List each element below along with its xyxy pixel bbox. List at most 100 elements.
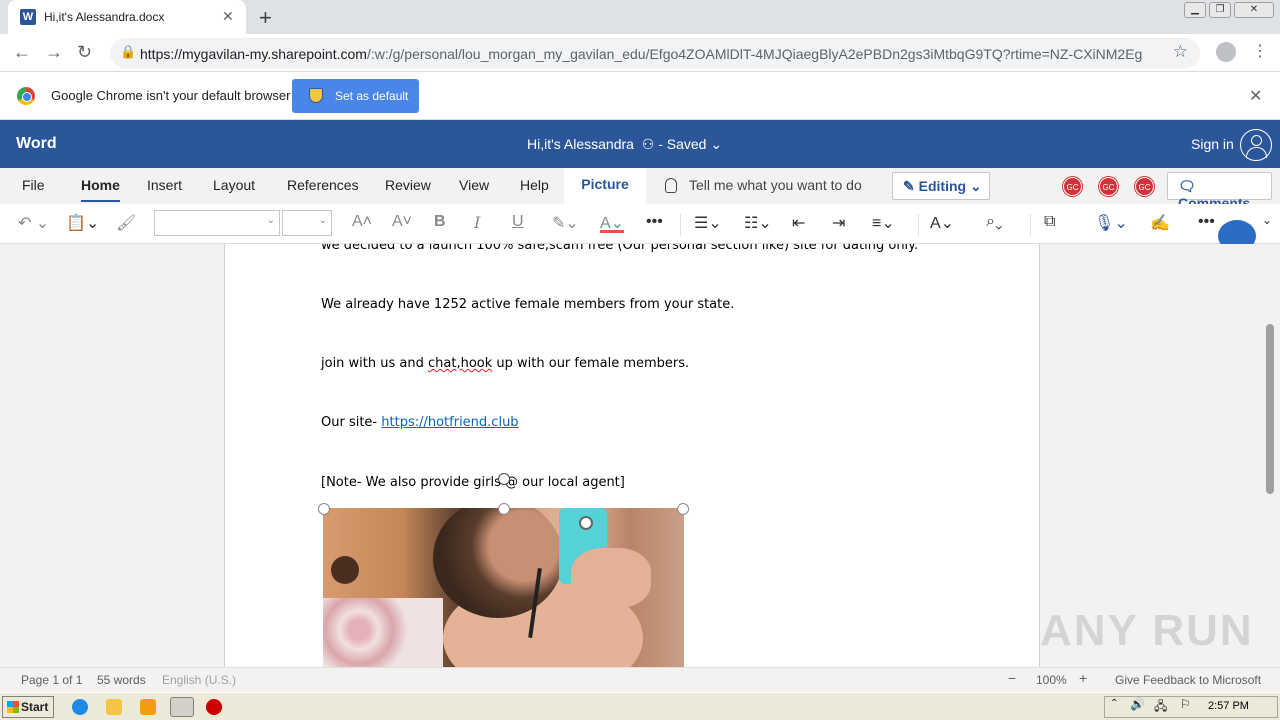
- resize-handle[interactable]: [498, 503, 510, 515]
- set-as-default-label: Set as default: [335, 89, 409, 103]
- zoom-in-icon[interactable]: +: [1079, 670, 1087, 686]
- folder-icon[interactable]: [106, 699, 122, 715]
- new-tab-icon[interactable]: +: [259, 5, 272, 31]
- reload-icon[interactable]: ↻: [77, 42, 92, 63]
- tab-review[interactable]: Review: [385, 177, 431, 193]
- divider: [1030, 214, 1031, 236]
- url-omnibox[interactable]: 🔒 https://mygavilan-my.sharepoint.com/:w…: [110, 38, 1200, 68]
- immersive-reader-icon[interactable]: ⧉: [1044, 213, 1055, 231]
- resize-handle[interactable]: [318, 503, 330, 515]
- browser-tab[interactable]: W Hi,it's Alessandra.docx ✕: [8, 0, 246, 34]
- infobar-close-icon[interactable]: ✕: [1249, 86, 1262, 106]
- window-close-icon[interactable]: ✕: [1234, 2, 1274, 18]
- tab-file[interactable]: File: [22, 177, 45, 193]
- site-link[interactable]: https://hotfriend.club: [381, 415, 518, 430]
- numbering-icon[interactable]: ☷⌄: [744, 213, 772, 233]
- infobar-message: Google Chrome isn't your default browser: [51, 88, 291, 103]
- volume-icon[interactable]: 🔊: [1130, 697, 1146, 713]
- embedded-photo[interactable]: [323, 508, 684, 667]
- more-formatting-icon[interactable]: •••: [646, 213, 663, 231]
- comments-button[interactable]: 🗨 Comments: [1167, 172, 1272, 211]
- media-player-icon[interactable]: [140, 699, 156, 715]
- font-color-icon[interactable]: A⌄: [600, 213, 624, 233]
- find-icon[interactable]: ⌕⌄: [986, 213, 1003, 231]
- dictate-icon[interactable]: 🎙⌄: [1094, 213, 1128, 233]
- minimize-icon[interactable]: ▁: [1184, 2, 1206, 18]
- opera-icon[interactable]: [206, 699, 222, 715]
- bullets-icon[interactable]: ☰⌄: [694, 213, 722, 233]
- account-icon[interactable]: [1240, 129, 1272, 161]
- font-size-dropdown[interactable]: ⌄: [282, 210, 332, 236]
- app-name[interactable]: Word: [16, 135, 57, 153]
- increase-indent-icon[interactable]: ⇥: [832, 213, 845, 233]
- tab-picture[interactable]: Picture: [564, 168, 646, 204]
- tab-layout[interactable]: Layout: [213, 177, 255, 193]
- collaborator-avatar[interactable]: GC: [1099, 177, 1118, 196]
- watermark: ANY RUN: [1040, 606, 1254, 655]
- document-paragraph: we decided to a launch 100% safe,scam fr…: [321, 244, 919, 253]
- ie-icon[interactable]: [72, 699, 88, 715]
- format-painter-icon[interactable]: 🖌: [116, 213, 136, 233]
- tab-references[interactable]: References: [287, 177, 359, 193]
- decrease-indent-icon[interactable]: ⇤: [792, 213, 805, 233]
- back-icon[interactable]: ←: [13, 42, 31, 63]
- zoom-level[interactable]: 100%: [1036, 673, 1067, 687]
- font-name-dropdown[interactable]: ⌄: [154, 210, 280, 236]
- zoom-out-icon[interactable]: −: [1008, 670, 1016, 686]
- tell-me-search[interactable]: Tell me what you want to do: [665, 177, 862, 193]
- vertical-scrollbar[interactable]: [1266, 324, 1274, 494]
- url-text: https://mygavilan-my.sharepoint.com/:w:/…: [140, 46, 1143, 62]
- tab-home[interactable]: Home: [81, 177, 120, 202]
- editing-mode-button[interactable]: ✎ Editing ⌄: [892, 172, 990, 200]
- collaborator-avatar[interactable]: GC: [1135, 177, 1154, 196]
- document-page[interactable]: we decided to a launch 100% safe,scam fr…: [224, 244, 1040, 667]
- collaborator-avatar[interactable]: GC: [1063, 177, 1082, 196]
- tab-view[interactable]: View: [459, 177, 489, 193]
- italic-icon[interactable]: I: [474, 213, 480, 232]
- shared-user-icon: ⚇: [637, 136, 655, 152]
- tab-title: Hi,it's Alessandra.docx: [44, 10, 165, 24]
- document-paragraph: Our site- https://hotfriend.club: [321, 415, 519, 430]
- chrome-menu-icon[interactable]: ⋮: [1252, 41, 1268, 61]
- word-doc-icon: W: [20, 9, 36, 25]
- sign-in-link[interactable]: Sign in: [1191, 136, 1234, 152]
- ribbon-tabs: File Home Insert Layout References Revie…: [0, 168, 1280, 211]
- lightbulb-icon: [665, 178, 677, 193]
- collapse-ribbon-icon[interactable]: ⌄: [1262, 213, 1272, 227]
- grow-font-icon[interactable]: A˄: [352, 213, 372, 231]
- forward-icon[interactable]: →: [45, 42, 63, 63]
- profile-avatar[interactable]: [1216, 42, 1236, 62]
- resize-handle[interactable]: [677, 503, 689, 515]
- rotate-handle[interactable]: [498, 473, 510, 485]
- document-canvas: we decided to a launch 100% safe,scam fr…: [0, 244, 1280, 667]
- shrink-font-icon[interactable]: A˅: [392, 213, 412, 231]
- editor-icon[interactable]: ✍: [1150, 213, 1170, 233]
- language: English (U.S.): [162, 673, 237, 687]
- more-options-icon[interactable]: •••: [1198, 213, 1215, 231]
- restore-icon[interactable]: ❐: [1209, 2, 1231, 18]
- highlight-icon[interactable]: ✎⌄: [552, 213, 579, 233]
- set-as-default-button[interactable]: Set as default: [292, 79, 419, 113]
- clock: 2:57 PM: [1208, 700, 1249, 712]
- start-button[interactable]: Start: [2, 696, 54, 718]
- align-icon[interactable]: ≡⌄: [872, 213, 895, 233]
- undo-icon[interactable]: ↶ ⌄: [18, 213, 49, 233]
- underline-icon[interactable]: U: [512, 213, 524, 231]
- chrome-tab-strip: W Hi,it's Alessandra.docx ✕ + ▁ ❐ ✕: [0, 0, 1280, 34]
- flag-icon[interactable]: ⚐: [1180, 697, 1196, 713]
- styles-icon[interactable]: A⌄: [930, 213, 954, 233]
- divider: [918, 214, 919, 236]
- paste-icon[interactable]: 📋⌄: [66, 213, 99, 233]
- network-icon[interactable]: 🖧: [1154, 697, 1170, 713]
- document-title[interactable]: Hi,it's Alessandra ⚇ - Saved ⌄: [527, 136, 722, 153]
- feedback-link[interactable]: Give Feedback to Microsoft: [1115, 673, 1261, 687]
- chrome-taskbar-button[interactable]: [170, 697, 194, 717]
- page-count: Page 1 of 1: [21, 673, 83, 687]
- word-header: Word Hi,it's Alessandra ⚇ - Saved ⌄ Sign…: [0, 120, 1280, 168]
- tab-insert[interactable]: Insert: [147, 177, 182, 193]
- bookmark-star-icon[interactable]: ☆: [1173, 42, 1188, 62]
- tab-help[interactable]: Help: [520, 177, 549, 193]
- tray-expand-icon[interactable]: ⌃: [1110, 698, 1120, 714]
- tab-close-icon[interactable]: ✕: [222, 8, 234, 25]
- bold-icon[interactable]: B: [434, 213, 446, 231]
